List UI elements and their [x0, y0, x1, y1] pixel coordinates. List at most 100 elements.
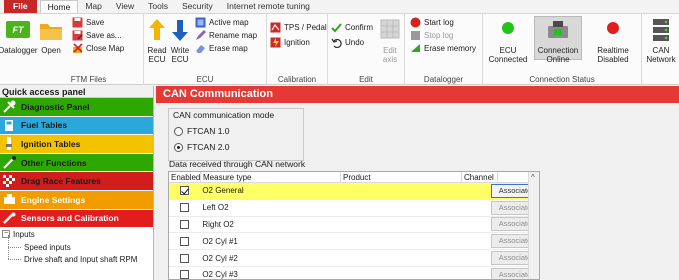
erase-memory-label: Erase memory [424, 43, 477, 53]
scroll-up-icon[interactable]: ^ [531, 174, 535, 182]
tps-pedal-icon [270, 22, 281, 33]
read-ecu-label-line2: ECU [148, 55, 166, 64]
column-header-measure-type[interactable]: Measure type [201, 172, 341, 182]
tree-node-speed-inputs[interactable]: Speed inputs [2, 234, 153, 254]
confirm-button[interactable]: Confirm [331, 21, 373, 33]
can-network-button[interactable]: CAN Network [644, 17, 678, 64]
arrow-up-icon [147, 17, 167, 43]
panel-diagnostic[interactable]: Diagnostic Panel [0, 98, 153, 117]
edit-axis-button[interactable]: Edit axis [379, 17, 401, 64]
table-row[interactable]: O2 Cyl #1 Associate [169, 233, 539, 251]
can-network-label-line1: CAN [652, 46, 670, 55]
radio-button-selected-icon[interactable] [174, 142, 183, 152]
menu-tab-security[interactable]: Security [175, 0, 220, 13]
enabled-checkbox[interactable] [180, 253, 190, 263]
save-as-icon [72, 30, 83, 41]
active-map-button[interactable]: Active map [195, 16, 249, 28]
panel-drag-race[interactable]: Drag Race Features [0, 172, 153, 191]
measure-type-cell: O2 Cyl #3 [202, 270, 238, 280]
enabled-checkbox[interactable] [180, 186, 190, 196]
rename-map-label: Rename map [209, 30, 258, 40]
enabled-checkbox[interactable] [180, 219, 190, 229]
ribbon-group-label-connection-status: Connection Status [529, 75, 595, 84]
ignition-icon [2, 136, 17, 151]
enabled-checkbox[interactable] [180, 203, 190, 213]
folder-icon [38, 17, 64, 43]
can-mode-title: CAN communication mode [173, 110, 275, 120]
table-row[interactable]: O2 Cyl #3 Associate [169, 267, 539, 280]
quick-access-panel: Quick access panel Diagnostic Panel Fuel… [0, 86, 154, 280]
table-row[interactable]: Left O2 Associate [169, 200, 539, 217]
ribbon-group-label-ecu: ECU [196, 75, 214, 84]
status-led-icon [600, 17, 626, 43]
close-map-label: Close Map [86, 43, 125, 53]
ribbon-group-ecu: Read ECU Write ECU Active map Rename map… [144, 14, 267, 85]
connection-online-button[interactable]: Connection Online [534, 16, 582, 64]
can-mode-group: CAN communication mode FTCAN 1.0 FTCAN 2… [168, 108, 304, 161]
ribbon-group-edit: Confirm Undo Edit axis Edit [328, 14, 405, 85]
ribbon-group-calibration: TPS / Pedal Ignition Calibration [267, 14, 328, 85]
rename-map-button[interactable]: Rename map [195, 29, 257, 41]
functions-icon [2, 155, 17, 170]
close-map-button[interactable]: Close Map [72, 42, 124, 54]
table-row[interactable]: O2 Cyl #2 Associate [169, 250, 539, 267]
panel-other-functions[interactable]: Other Functions [0, 153, 153, 173]
vertical-scrollbar[interactable]: ^ [528, 172, 539, 279]
erase-memory-button[interactable]: Erase memory [410, 42, 476, 54]
stop-log-button[interactable]: Stop log [410, 29, 453, 41]
start-log-button[interactable]: Start log [410, 16, 454, 28]
save-as-button[interactable]: Save as... [72, 29, 122, 41]
quick-access-title: Quick access panel [0, 86, 153, 98]
menu-tab-tools[interactable]: Tools [141, 0, 175, 13]
table-row[interactable]: O2 General Associate [169, 183, 539, 200]
radio-button-icon[interactable] [174, 126, 183, 136]
enabled-checkbox[interactable] [180, 270, 190, 279]
column-header-enabled[interactable]: Enabled [169, 172, 201, 182]
drag-race-icon [2, 174, 17, 189]
measure-type-cell: Left O2 [202, 203, 229, 213]
grid-icon [380, 17, 400, 43]
column-header-channel[interactable]: Channel [462, 172, 498, 182]
panel-engine-settings[interactable]: Engine Settings [0, 190, 153, 210]
ignition-button[interactable]: Ignition [270, 36, 310, 48]
measure-type-cell: O2 Cyl #2 [202, 253, 238, 263]
tree-node-drive-shaft-rpm[interactable]: Drive shaft and Input shaft RPM [2, 247, 153, 266]
ecu-connected-indicator[interactable]: ECU Connected [485, 17, 531, 64]
connection-online-label-line2: Online [546, 55, 570, 64]
panel-ignition-tables[interactable]: Ignition Tables [0, 135, 153, 154]
menu-tab-view[interactable]: View [109, 0, 141, 13]
menu-tab-home[interactable]: Home [39, 0, 79, 13]
active-map-label: Active map [209, 17, 249, 27]
open-label: Open [41, 46, 61, 55]
undo-button[interactable]: Undo [331, 36, 364, 48]
rename-map-icon [195, 29, 206, 41]
erase-map-button[interactable]: Erase map [195, 42, 248, 54]
arrow-down-icon [170, 17, 190, 43]
stop-icon [410, 30, 421, 41]
table-header: Enabled Measure type Product Channel [169, 172, 539, 183]
column-header-product[interactable]: Product [341, 172, 462, 182]
menu-tab-internet-remote-tuning[interactable]: Internet remote tuning [220, 0, 317, 13]
save-button[interactable]: Save [72, 16, 104, 28]
panel-fuel-tables[interactable]: Fuel Tables [0, 116, 153, 136]
realtime-disabled-button[interactable]: Realtime Disabled [587, 17, 639, 64]
tree-node-inputs[interactable]: − Inputs [2, 228, 153, 241]
menu-tab-map[interactable]: Map [78, 0, 109, 13]
table-row[interactable]: Right O2 Associate [169, 217, 539, 234]
radio-ftcan-2[interactable]: FTCAN 2.0 [174, 142, 230, 152]
save-label: Save [86, 17, 105, 27]
menu-tab-file[interactable]: File [4, 0, 37, 13]
read-ecu-button[interactable]: Read ECU [147, 17, 167, 64]
write-ecu-button[interactable]: Write ECU [170, 17, 190, 64]
panel-sensors-calibration[interactable]: Sensors and Calibration [0, 209, 153, 229]
eraser-icon [195, 43, 206, 54]
datalogger-button[interactable]: FT Datalogger [0, 17, 38, 55]
tps-pedal-button[interactable]: TPS / Pedal [270, 21, 327, 33]
undo-label: Undo [345, 37, 365, 47]
enabled-checkbox[interactable] [180, 236, 190, 246]
radio-ftcan-1[interactable]: FTCAN 1.0 [174, 126, 230, 136]
connection-plug-icon [545, 17, 571, 43]
open-button[interactable]: Open [37, 17, 65, 55]
checkmark-icon [331, 22, 342, 33]
start-log-label: Start log [424, 17, 454, 27]
